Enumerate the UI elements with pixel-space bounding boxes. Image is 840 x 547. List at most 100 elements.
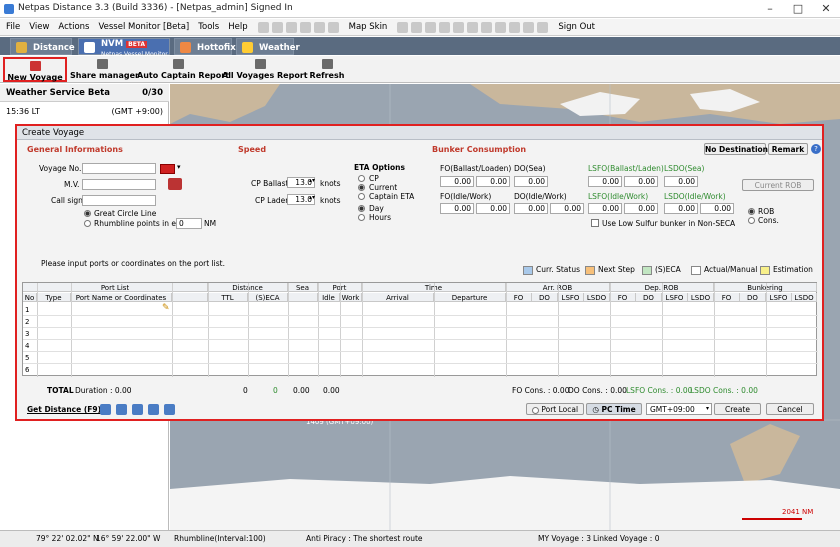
lsfo-ballast-input[interactable] xyxy=(588,176,622,187)
eta-cp-radio[interactable] xyxy=(358,175,365,182)
great-circle-radio[interactable] xyxy=(84,210,91,217)
port-list-grid[interactable]: Port List Distance Sea Port Time Arr. RO… xyxy=(22,282,818,377)
menu-file[interactable]: File xyxy=(6,22,20,32)
lsdo-sea-label: LSDO(Sea) xyxy=(664,164,705,173)
eta-day-radio[interactable] xyxy=(358,205,365,212)
gmt-select[interactable]: GMT+09:00 ▾ xyxy=(646,403,712,415)
cancel-button[interactable]: Cancel xyxy=(766,403,814,415)
lsfo-idle-input[interactable] xyxy=(588,203,622,214)
add-row-icon[interactable] xyxy=(100,404,111,415)
tool-icon[interactable] xyxy=(299,21,311,33)
cons-radio[interactable] xyxy=(748,217,755,224)
legend-curr-status: Curr. Status xyxy=(523,265,580,275)
share-manager-button[interactable]: Share manager xyxy=(70,57,139,82)
remark-button[interactable]: Remark xyxy=(768,143,808,155)
lsdo-work-input[interactable] xyxy=(700,203,734,214)
port-local-button[interactable]: Port Local xyxy=(526,403,584,415)
tool-icon[interactable] xyxy=(453,21,465,33)
tool-icon[interactable] xyxy=(509,21,521,33)
tool-icon[interactable] xyxy=(481,21,493,33)
fo-laden-input[interactable] xyxy=(476,176,510,187)
do-idle-input[interactable] xyxy=(514,203,548,214)
chevron-down-icon[interactable]: ▾ xyxy=(177,163,181,171)
sign-out-button[interactable]: Sign Out xyxy=(558,22,595,32)
rhumbline-radio[interactable] xyxy=(84,220,91,227)
eta-hours-radio[interactable] xyxy=(358,214,365,221)
do-work-input[interactable] xyxy=(550,203,584,214)
tab-hottofix[interactable]: Hottofix xyxy=(174,38,236,55)
menu-actions[interactable]: Actions xyxy=(58,22,89,32)
move-down-icon[interactable] xyxy=(148,404,159,415)
tool-icon[interactable] xyxy=(285,21,297,33)
menu-help[interactable]: Help xyxy=(228,22,247,32)
tool-icon[interactable] xyxy=(523,21,535,33)
all-voyages-report-button[interactable]: All Voyages Report xyxy=(222,57,308,82)
tool-icon[interactable] xyxy=(467,21,479,33)
tab-distance[interactable]: Distance xyxy=(10,38,75,55)
ship-icon[interactable] xyxy=(168,178,182,190)
status-anti-piracy: Anti Piracy : The shortest route xyxy=(306,534,423,543)
lsfo-work-input[interactable] xyxy=(624,203,658,214)
spinner-icon[interactable]: ▴▾ xyxy=(309,194,315,201)
voyage-color-swatch[interactable] xyxy=(160,164,175,174)
close-icon[interactable]: ✕ xyxy=(812,1,840,16)
fo-ballast-input[interactable] xyxy=(440,176,474,187)
title-bar: Netpas Distance 3.3 (Build 3336) - [Netp… xyxy=(0,0,840,18)
spinner-icon[interactable]: ▴▾ xyxy=(309,177,315,184)
col-dep-do: DO xyxy=(636,293,662,302)
fo-idle-input[interactable] xyxy=(440,203,474,214)
lsfo-laden-input[interactable] xyxy=(624,176,658,187)
voyage-no-input[interactable] xyxy=(82,163,156,174)
call-sign-input[interactable] xyxy=(82,195,156,206)
tool-icon[interactable] xyxy=(537,21,549,33)
get-distance-link[interactable]: Get Distance (F9) xyxy=(27,405,101,414)
move-up-icon[interactable] xyxy=(132,404,143,415)
zoom-in-icon[interactable] xyxy=(397,21,409,33)
current-rob-button[interactable]: Current ROB xyxy=(742,179,814,191)
new-voyage-button[interactable]: New Voyage xyxy=(3,57,67,82)
insert-row-icon[interactable] xyxy=(116,404,127,415)
eta-captain-radio[interactable] xyxy=(358,193,365,200)
lsdo-sea-input[interactable] xyxy=(664,176,698,187)
eta-current-radio[interactable] xyxy=(358,184,365,191)
tool-icon[interactable] xyxy=(327,21,339,33)
tab-weather[interactable]: Weather xyxy=(236,38,300,55)
total-lsfo-cons: LSFO Cons. : 0.00 xyxy=(626,386,693,395)
col-arrival: Arrival xyxy=(362,293,434,302)
group-port-list: Port List xyxy=(23,283,208,292)
tool-icon[interactable] xyxy=(257,21,269,33)
menu-vessel-monitor[interactable]: Vessel Monitor [Beta] xyxy=(98,22,189,32)
rob-radio[interactable] xyxy=(748,208,755,215)
delete-row-icon[interactable] xyxy=(164,404,175,415)
refresh-button[interactable]: Refresh xyxy=(303,57,351,82)
fo-work-input[interactable] xyxy=(476,203,510,214)
voyage-no-label: Voyage No.: xyxy=(39,164,84,173)
help-icon[interactable]: ? xyxy=(811,144,821,154)
map-scale: 2041 NM xyxy=(782,508,814,516)
low-sulfur-checkbox[interactable] xyxy=(591,219,599,227)
maximize-icon[interactable]: □ xyxy=(784,1,812,16)
no-destination-button[interactable]: No Destination xyxy=(704,143,768,155)
menu-tools[interactable]: Tools xyxy=(198,22,219,32)
map-skin-menu[interactable]: Map Skin xyxy=(349,22,388,32)
main-toolbar: New Voyage Share manager Auto Captain Re… xyxy=(0,56,840,83)
rhumbline-interval-input[interactable] xyxy=(176,218,202,229)
tool-icon[interactable] xyxy=(425,21,437,33)
create-button[interactable]: Create xyxy=(714,403,761,415)
lsdo-idle-input[interactable] xyxy=(664,203,698,214)
pencil-icon[interactable]: ✎ xyxy=(162,303,170,313)
menu-view[interactable]: View xyxy=(29,22,49,32)
tool-icon[interactable] xyxy=(271,21,283,33)
zoom-out-icon[interactable] xyxy=(411,21,423,33)
tool-icon[interactable] xyxy=(495,21,507,33)
mv-input[interactable] xyxy=(82,179,156,190)
tab-nvm[interactable]: NVM BETA Netpas Vessel Monitor xyxy=(78,38,170,58)
sun-icon xyxy=(242,42,253,53)
tool-icon[interactable] xyxy=(439,21,451,33)
auto-captain-report-button[interactable]: Auto Captain Report xyxy=(137,57,229,82)
tool-icon[interactable] xyxy=(313,21,325,33)
do-sea-input[interactable] xyxy=(514,176,548,187)
pc-time-button[interactable]: ◷ PC Time xyxy=(586,403,642,415)
col-port-name: Port Name or Coordinates xyxy=(71,293,172,302)
minimize-icon[interactable]: – xyxy=(756,1,784,16)
